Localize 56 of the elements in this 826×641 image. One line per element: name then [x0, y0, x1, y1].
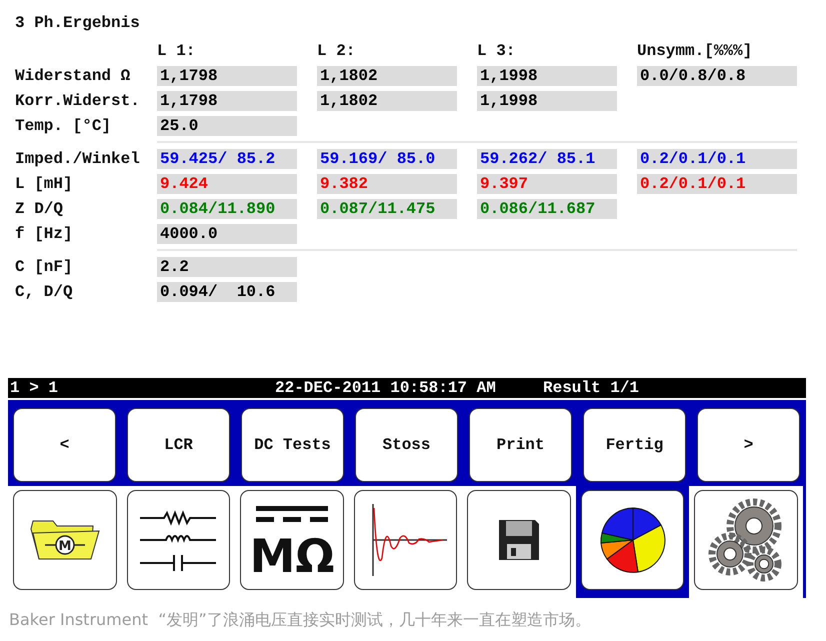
value-cell: 2.2 [157, 256, 297, 276]
icon-tile[interactable] [694, 490, 798, 590]
softkey-button[interactable]: Stoss [355, 408, 458, 482]
row-label: Imped./Winkel [15, 148, 141, 170]
icon-tile[interactable] [467, 490, 571, 590]
value-cell: 59.425/ 85.2 [157, 148, 297, 168]
value-cell: 1,1998 [477, 90, 617, 110]
column-header: L 2: [317, 40, 356, 62]
icon-tile[interactable] [354, 490, 458, 590]
row-label: f [Hz] [15, 224, 74, 244]
row-label: Korr.Widerst. [15, 90, 141, 112]
value-cell: 25.0 [157, 116, 297, 136]
value-cell: 59.262/ 85.1 [477, 148, 617, 168]
value-cell: 9.424 [157, 174, 297, 194]
value-cell: 4000.0 [157, 224, 297, 244]
value-cell: 0.094/ 10.6 [157, 282, 297, 302]
screen-title: 3 Ph.Ergebnis [15, 13, 141, 34]
value-cell: 0.086/11.687 [477, 198, 617, 218]
value-cell: 1,1802 [317, 66, 457, 86]
value-cell: 0.087/11.475 [317, 198, 457, 218]
value-cell: 1,1802 [317, 90, 457, 110]
softkey-button[interactable]: DC Tests [241, 408, 344, 482]
icon-tile[interactable] [580, 490, 684, 590]
row-label: C, D/Q [15, 282, 74, 302]
value-cell: 1,1798 [157, 90, 297, 110]
row-label: Widerstand Ω [15, 66, 132, 86]
row-label: Z D/Q [15, 198, 64, 220]
value-cell: 1,1798 [157, 66, 297, 86]
circuit-symbols-icon [138, 508, 218, 572]
row-label: Temp. [°C] [15, 116, 112, 136]
value-cell: 1,1998 [477, 66, 617, 86]
icon-tile[interactable] [126, 490, 230, 590]
softkey-button[interactable]: Fertig [583, 408, 686, 482]
softkey-button[interactable]: < [13, 408, 116, 482]
icon-tile[interactable]: M [13, 490, 117, 590]
page-indicator: 1 > 1 [10, 378, 60, 398]
result-counter: Result 1/1 [543, 378, 640, 398]
value-cell: 0.0/0.8/0.8 [637, 66, 797, 86]
value-cell: 0.084/11.890 [157, 198, 297, 218]
value-cell: 0.2/0.1/0.1 [637, 148, 797, 168]
column-header: L 3: [477, 40, 516, 62]
icon-tile[interactable]: MΩ [240, 490, 344, 590]
date-time: 22-DEC-2011 10:58:17 AM [275, 378, 497, 398]
softkey-button[interactable]: > [697, 408, 800, 482]
value-cell: 59.169/ 85.0 [317, 148, 457, 168]
row-label: C [nF] [15, 256, 74, 278]
value-cell: 0.2/0.1/0.1 [637, 174, 797, 194]
value-cell: 9.397 [477, 174, 617, 194]
column-header: L 1: [157, 40, 196, 62]
softkey-button[interactable]: LCR [127, 408, 230, 482]
caption: Baker Instrument “发明”了浪涌电压直接实时测试，几十年来一直在塑造市场。 [8, 609, 592, 631]
softkey-button[interactable]: Print [469, 408, 572, 482]
value-cell: 9.382 [317, 174, 457, 194]
row-label: L [mH] [15, 174, 74, 194]
pie-chart-icon [598, 505, 668, 575]
column-header: Unsymm.[%%%] [637, 40, 754, 62]
